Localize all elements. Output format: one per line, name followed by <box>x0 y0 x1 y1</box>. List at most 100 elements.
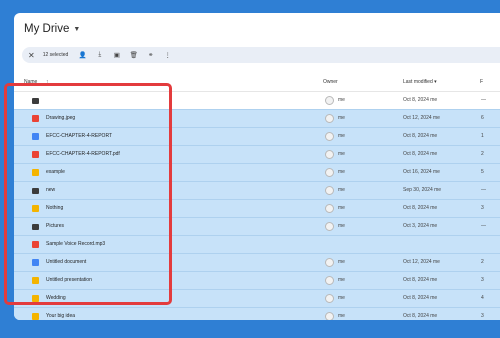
slides-file-icon <box>32 277 39 284</box>
slides-file-icon <box>32 313 39 320</box>
file-size: — <box>481 97 486 103</box>
file-row[interactable]: new me Sep 30, 2024 me — <box>14 181 500 199</box>
file-row[interactable]: Sample Voice Record.mp3 <box>14 235 500 253</box>
owner-avatar <box>325 276 334 285</box>
file-size: 2 <box>481 151 484 157</box>
owner-name: me <box>338 313 345 319</box>
file-size: 6 <box>481 115 484 121</box>
more-icon[interactable]: ⋮ <box>163 51 172 59</box>
owner-column-header[interactable]: Owner <box>323 79 338 85</box>
folder-file-icon <box>32 224 39 230</box>
owner-avatar <box>325 96 334 105</box>
file-size: — <box>481 223 486 229</box>
last-modified: Oct 8, 2024 me <box>403 295 438 301</box>
owner-name: me <box>338 187 345 193</box>
file-row[interactable]: me Oct 8, 2024 me — <box>14 91 500 109</box>
owner-name: me <box>338 277 345 283</box>
last-modified: Oct 8, 2024 me <box>403 97 438 103</box>
folder-file-icon <box>32 98 39 104</box>
owner-avatar <box>325 204 334 213</box>
size-column-header[interactable]: F <box>480 79 483 85</box>
owner-name: me <box>338 97 345 103</box>
last-modified: Oct 8, 2024 me <box>403 205 438 211</box>
page-title: My Drive <box>24 23 70 35</box>
file-name: EFCC-CHAPTER-4-REPORT <box>46 133 113 139</box>
owner-avatar <box>325 114 334 123</box>
file-name: Drawing.jpeg <box>46 115 76 121</box>
file-size: 3 <box>481 313 484 319</box>
last-modified: Oct 8, 2024 me <box>403 151 438 157</box>
owner-avatar <box>325 150 334 159</box>
owner-avatar <box>325 186 334 195</box>
file-size: 2 <box>481 259 484 265</box>
file-row[interactable]: Untitled document me Oct 12, 2024 me 2 <box>14 253 500 271</box>
file-list-header: Name ↑ Owner Last modified ▾ F <box>14 73 500 91</box>
file-row[interactable]: Your big idea me Oct 8, 2024 me 3 <box>14 307 500 320</box>
pdf-file-icon <box>32 151 39 158</box>
owner-name: me <box>338 115 345 121</box>
sort-arrow-icon[interactable]: ↑ <box>46 79 49 85</box>
slides-file-icon <box>32 295 39 302</box>
owner-avatar <box>325 222 334 231</box>
slides-file-icon <box>32 169 39 176</box>
file-name: example <box>46 169 65 175</box>
file-name: Untitled document <box>46 259 87 265</box>
slides-file-icon <box>32 205 39 212</box>
file-row[interactable]: Untitled presentation me Oct 8, 2024 me 3 <box>14 271 500 289</box>
last-modified: Oct 8, 2024 me <box>403 277 438 283</box>
file-name: Your big idea <box>46 313 76 319</box>
doc-file-icon <box>32 259 39 266</box>
share-icon[interactable]: 👤 <box>78 51 87 59</box>
drive-window: My Drive ▼ ✕ 12 selected 👤 ⤓ ▣ 🗑 ⚭ ⋮ Nam… <box>14 13 500 320</box>
file-row[interactable]: Nothing me Oct 8, 2024 me 3 <box>14 199 500 217</box>
file-row[interactable]: EFCC-CHAPTER-4-REPORT me Oct 8, 2024 me 1 <box>14 127 500 145</box>
file-size: 5 <box>481 169 484 175</box>
file-name: EFCC-CHAPTER-4-REPORT.pdf <box>46 151 120 157</box>
owner-name: me <box>338 223 345 229</box>
last-modified: Oct 8, 2024 me <box>403 133 438 139</box>
owner-name: me <box>338 205 345 211</box>
owner-name: me <box>338 151 345 157</box>
move-icon[interactable]: ▣ <box>112 51 121 59</box>
owner-name: me <box>338 295 345 301</box>
file-name: Pictures <box>46 223 65 229</box>
caret-down-icon: ▼ <box>73 25 81 33</box>
last-modified-column-header[interactable]: Last modified ▾ <box>403 79 437 85</box>
image-file-icon <box>32 115 39 122</box>
file-name: Sample Voice Record.mp3 <box>46 241 106 247</box>
selection-toolbar: ✕ 12 selected 👤 ⤓ ▣ 🗑 ⚭ ⋮ <box>22 47 500 63</box>
file-row[interactable]: Pictures me Oct 3, 2024 me — <box>14 217 500 235</box>
file-name: Wedding <box>46 295 66 301</box>
last-modified: Oct 16, 2024 me <box>403 169 440 175</box>
file-row[interactable]: Wedding me Oct 8, 2024 me 4 <box>14 289 500 307</box>
trash-icon[interactable]: 🗑 <box>129 51 138 59</box>
audio-file-icon <box>32 241 39 248</box>
doc-file-icon <box>32 133 39 140</box>
my-drive-title-dropdown[interactable]: My Drive ▼ <box>24 23 80 35</box>
last-modified: Oct 12, 2024 me <box>403 115 440 121</box>
file-row[interactable]: EFCC-CHAPTER-4-REPORT.pdf me Oct 8, 2024 m… <box>14 145 500 163</box>
file-size: 3 <box>481 277 484 283</box>
file-name: new <box>46 187 56 193</box>
file-size: 3 <box>481 205 484 211</box>
owner-name: me <box>338 259 345 265</box>
owner-avatar <box>325 168 334 177</box>
last-modified: Oct 8, 2024 me <box>403 313 438 319</box>
selected-count: 12 selected <box>42 52 69 58</box>
owner-name: me <box>338 133 345 139</box>
file-name: Nothing <box>46 205 64 211</box>
file-row[interactable]: example me Oct 16, 2024 me 5 <box>14 163 500 181</box>
owner-avatar <box>325 294 334 303</box>
last-modified: Oct 3, 2024 me <box>403 223 438 229</box>
file-row[interactable]: Drawing.jpeg me Oct 12, 2024 me 6 <box>14 109 500 127</box>
close-icon[interactable]: ✕ <box>28 51 35 60</box>
last-modified: Oct 12, 2024 me <box>403 259 440 265</box>
download-icon[interactable]: ⤓ <box>95 51 104 59</box>
owner-avatar <box>325 312 334 320</box>
file-name: Untitled presentation <box>46 277 92 283</box>
name-column-header[interactable]: Name <box>24 79 37 85</box>
file-size: — <box>481 187 486 193</box>
file-size: 1 <box>481 133 484 139</box>
owner-avatar <box>325 258 334 267</box>
link-icon[interactable]: ⚭ <box>146 51 155 59</box>
